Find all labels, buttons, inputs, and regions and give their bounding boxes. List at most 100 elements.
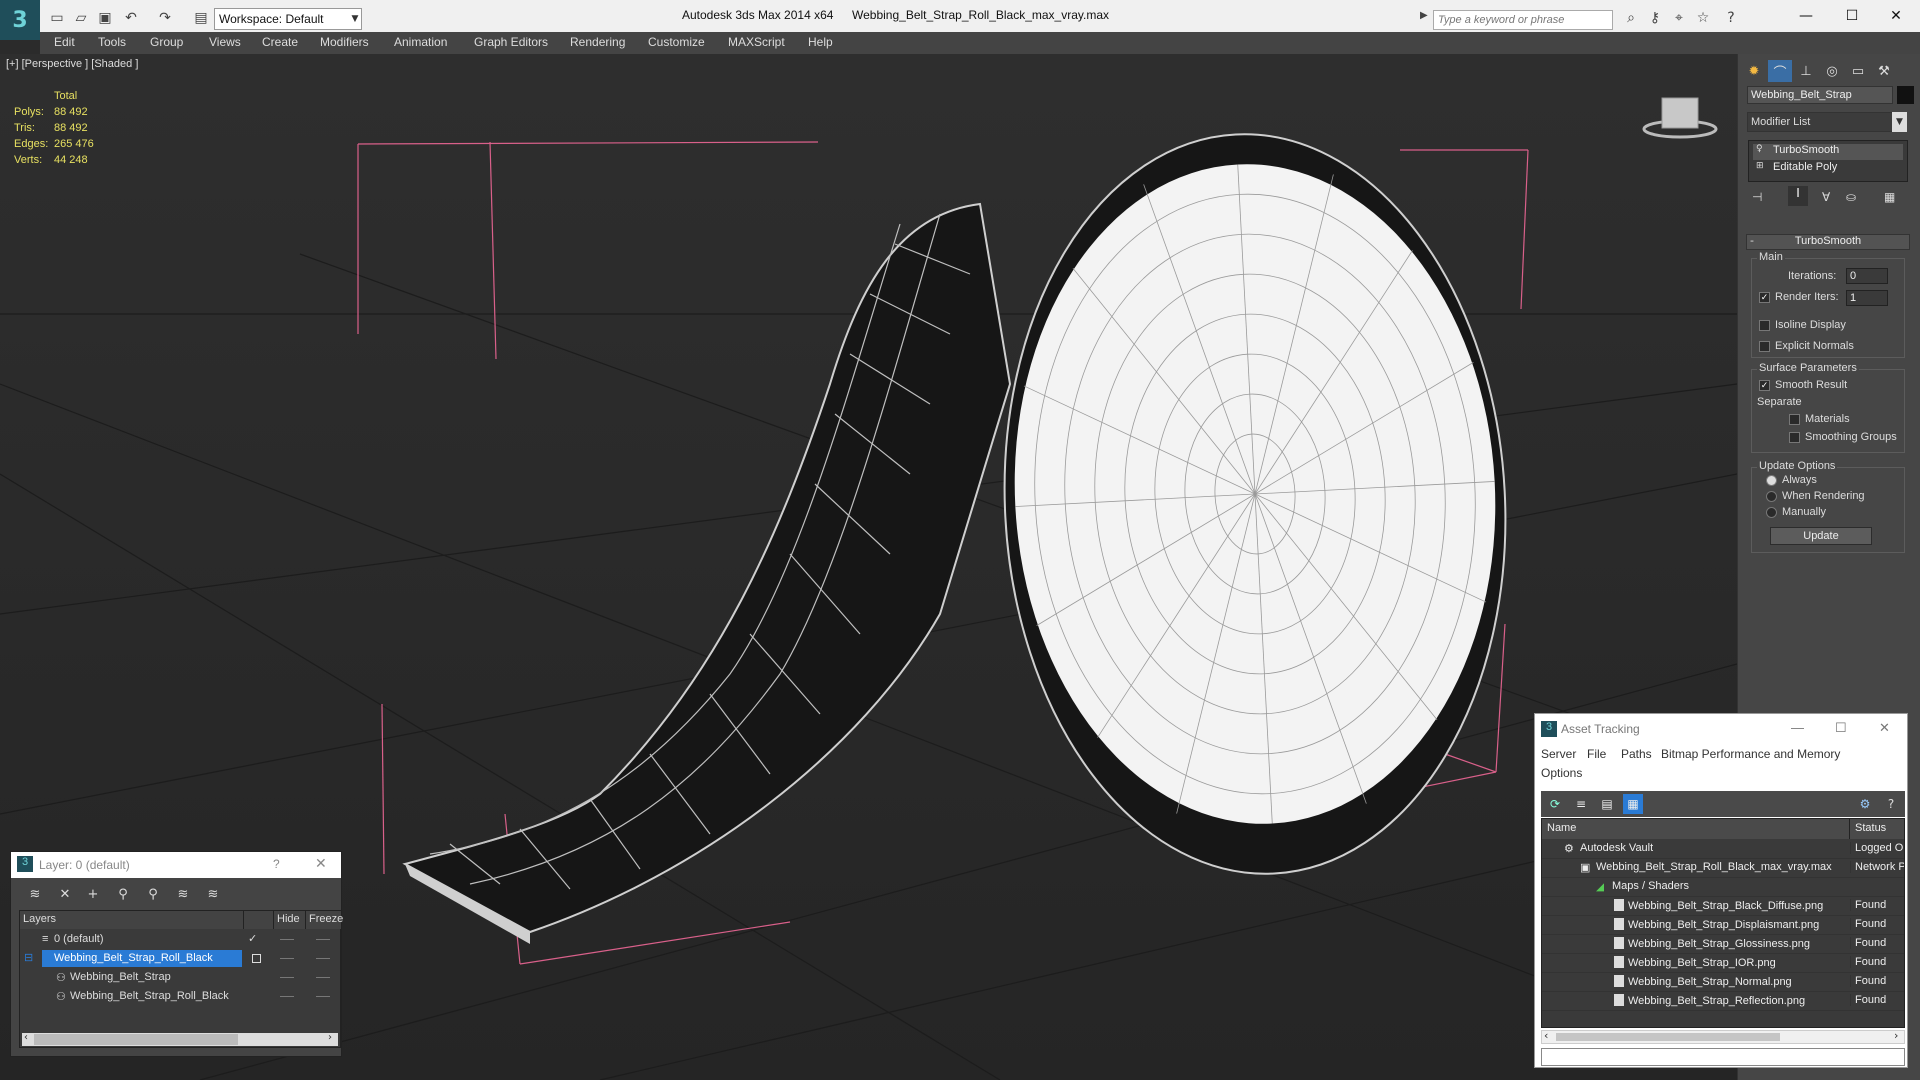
manually-radio[interactable] — [1766, 507, 1777, 518]
play-icon[interactable]: ▶ — [1420, 10, 1430, 30]
materials-checkbox[interactable] — [1789, 414, 1800, 425]
hide-toggle[interactable] — [280, 996, 294, 997]
table-row[interactable]: Webbing_Belt_Strap_Black_Diffuse.png Fou… — [1542, 897, 1904, 916]
table-row[interactable]: Webbing_Belt_Strap_Reflection.png Found — [1542, 992, 1904, 1011]
highlight-layer-icon[interactable]: ⚲ — [143, 884, 163, 904]
list-view-icon[interactable]: ≡ — [1571, 794, 1591, 814]
layer-row[interactable]: ≡ 0 (default) ✓ — [20, 931, 340, 949]
remove-modifier-icon[interactable]: ⛀ — [1846, 190, 1856, 204]
scrollbar-thumb[interactable] — [1556, 1033, 1780, 1041]
expand-plus-icon[interactable]: ⊞ — [1756, 161, 1764, 171]
layer-row[interactable]: ⚇ Webbing_Belt_Strap_Roll_Black — [20, 988, 340, 1006]
column-name[interactable]: Name — [1542, 819, 1850, 839]
menu-edit[interactable]: Edit — [54, 35, 75, 49]
object-color-swatch[interactable] — [1897, 86, 1914, 104]
hide-toggle[interactable] — [280, 939, 294, 940]
hide-all-icon[interactable]: ≋ — [173, 884, 193, 904]
expand-icon[interactable]: ⊟ — [24, 951, 33, 964]
active-layer-check-icon[interactable]: ✓ — [248, 932, 257, 945]
table-view-icon[interactable]: ▦ — [1623, 794, 1643, 814]
close-icon[interactable]: ✕ — [1876, 2, 1916, 30]
column-status[interactable]: Status — [1850, 819, 1904, 839]
make-unique-icon[interactable]: ∀ — [1822, 190, 1830, 204]
path-field[interactable] — [1541, 1048, 1905, 1066]
freeze-toggle[interactable] — [316, 977, 330, 978]
menu-paths[interactable]: Paths — [1621, 747, 1652, 761]
vault-icon[interactable]: ⚙ — [1855, 794, 1875, 814]
utilities-tab-icon[interactable]: ⚒ — [1872, 60, 1896, 82]
satellite-icon[interactable]: ⌖ — [1668, 7, 1690, 29]
column-sort[interactable] — [244, 911, 274, 929]
set-active-box-icon[interactable] — [252, 954, 261, 963]
delete-layer-icon[interactable]: ✕ — [55, 884, 75, 904]
save-icon[interactable]: ▣ — [94, 7, 116, 29]
render-iters-checkbox[interactable]: ✓ — [1759, 292, 1770, 303]
help-icon[interactable]: ? — [1881, 794, 1901, 814]
collapse-icon[interactable]: - — [1750, 234, 1754, 247]
horizontal-scrollbar[interactable]: ‹ › — [1541, 1029, 1905, 1044]
menu-bitmap-performance[interactable]: Bitmap Performance and Memory — [1661, 747, 1840, 761]
when-rendering-radio[interactable] — [1766, 491, 1777, 502]
configure-sets-icon[interactable]: ▦ — [1884, 190, 1895, 204]
table-row[interactable]: ◢ Maps / Shaders — [1542, 878, 1904, 897]
hide-toggle[interactable] — [280, 958, 294, 959]
table-row[interactable]: Webbing_Belt_Strap_Normal.png Found — [1542, 973, 1904, 992]
viewport-label[interactable]: [+] [Perspective ] [Shaded ] — [6, 58, 138, 70]
menu-file[interactable]: File — [1587, 747, 1606, 761]
turbosmooth-rollout-header[interactable]: TurboSmooth — [1746, 234, 1910, 250]
menu-group[interactable]: Group — [150, 35, 183, 49]
menu-views[interactable]: Views — [209, 35, 241, 49]
modify-tab-icon[interactable]: ⌒ — [1768, 60, 1792, 82]
menu-customize[interactable]: Customize — [648, 35, 705, 49]
display-tab-icon[interactable]: ▭ — [1846, 60, 1870, 82]
menu-tools[interactable]: Tools — [98, 35, 126, 49]
freeze-all-icon[interactable]: ≋ — [203, 884, 223, 904]
chevron-down-icon[interactable]: ▼ — [348, 8, 362, 30]
minimize-icon[interactable]: — — [1786, 2, 1826, 30]
search-input[interactable]: Type a keyword or phrase — [1433, 10, 1613, 30]
detail-view-icon[interactable]: ▤ — [1597, 794, 1617, 814]
menu-help[interactable]: Help — [808, 35, 833, 49]
motion-tab-icon[interactable]: ◎ — [1820, 60, 1844, 82]
new-file-icon[interactable]: ▭ — [46, 7, 68, 29]
render-iters-spinner[interactable]: 1 — [1846, 290, 1888, 306]
menu-animation[interactable]: Animation — [394, 35, 447, 49]
horizontal-scrollbar[interactable]: ‹ › — [22, 1032, 338, 1046]
column-layers[interactable]: Layers — [20, 911, 244, 929]
freeze-toggle[interactable] — [316, 939, 330, 940]
scroll-right-icon[interactable]: › — [1894, 1029, 1898, 1042]
table-row[interactable]: Webbing_Belt_Strap_Glossiness.png Found — [1542, 935, 1904, 954]
lightbulb-icon[interactable]: ♀ — [1756, 144, 1763, 154]
stack-item-editable-poly[interactable]: Editable Poly — [1753, 161, 1903, 177]
table-row[interactable]: Webbing_Belt_Strap_IOR.png Found — [1542, 954, 1904, 973]
menu-server[interactable]: Server — [1541, 747, 1576, 761]
menu-create[interactable]: Create — [262, 35, 298, 49]
smoothing-groups-checkbox[interactable] — [1789, 432, 1800, 443]
close-icon[interactable]: ✕ — [1879, 720, 1890, 736]
column-freeze[interactable]: Freeze — [306, 911, 343, 929]
maximize-icon[interactable]: ☐ — [1832, 2, 1872, 30]
scroll-right-icon[interactable]: › — [328, 1032, 332, 1043]
pin-stack-icon[interactable]: ⊣ — [1752, 190, 1762, 204]
table-row[interactable]: ⚙ Autodesk Vault Logged Ou — [1542, 840, 1904, 859]
iterations-spinner[interactable]: 0 — [1846, 268, 1888, 284]
chevron-down-icon[interactable]: ▼ — [1892, 112, 1907, 132]
always-radio[interactable] — [1766, 475, 1777, 486]
refresh-icon[interactable]: ⟳ — [1545, 794, 1565, 814]
smooth-result-checkbox[interactable]: ✓ — [1759, 380, 1770, 391]
close-icon[interactable]: ✕ — [315, 855, 327, 872]
explicit-normals-checkbox[interactable] — [1759, 341, 1770, 352]
modifier-list-dropdown[interactable]: Modifier List — [1747, 112, 1907, 132]
column-hide[interactable]: Hide — [274, 911, 306, 929]
hierarchy-tab-icon[interactable]: ⊥ — [1794, 60, 1818, 82]
table-row[interactable]: ▣ Webbing_Belt_Strap_Roll_Black_max_vray… — [1542, 859, 1904, 878]
freeze-toggle[interactable] — [316, 958, 330, 959]
app-logo-icon[interactable]: 3 — [0, 0, 40, 40]
key-icon[interactable]: ⚷ — [1644, 7, 1666, 29]
show-end-result-icon[interactable]: I — [1788, 186, 1808, 206]
menu-modifiers[interactable]: Modifiers — [320, 35, 369, 49]
select-objects-icon[interactable]: ⚲ — [113, 884, 133, 904]
binoculars-icon[interactable]: ⌕ — [1620, 7, 1642, 29]
add-to-layer-icon[interactable]: + — [83, 884, 103, 904]
create-tab-icon[interactable]: ✹ — [1742, 60, 1766, 82]
